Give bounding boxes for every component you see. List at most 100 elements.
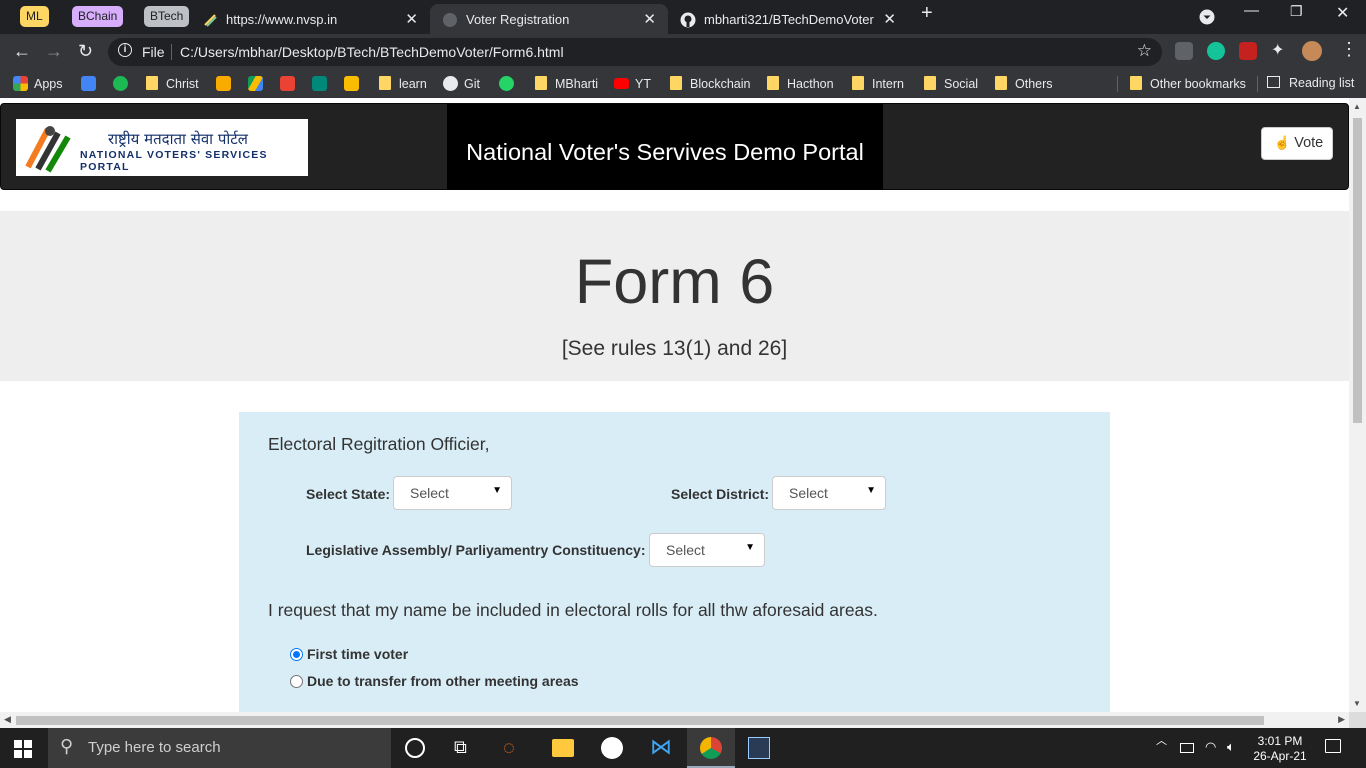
close-icon[interactable]: ✕ — [405, 10, 418, 28]
wifi-icon[interactable]: ◠ — [1205, 739, 1216, 754]
bookmark-christ[interactable]: Christ — [146, 76, 199, 91]
bookmark-intern[interactable]: Intern — [852, 76, 904, 91]
bookmark-mbharti[interactable]: MBharti — [535, 76, 598, 91]
search-icon: ⚲ — [60, 736, 74, 756]
reading-list-icon — [1267, 76, 1280, 88]
close-window-icon[interactable]: ✕ — [1336, 3, 1349, 23]
vscode-icon[interactable]: ⋈ — [650, 734, 672, 759]
address-bar[interactable]: i File C:/Users/mbhar/Desktop/BTech/BTec… — [108, 38, 1162, 66]
scroll-right-icon[interactable]: ▶ — [1338, 714, 1345, 725]
bookmark-star-icon[interactable]: ☆ — [1137, 41, 1152, 61]
bookmark-others[interactable]: Others — [995, 76, 1053, 91]
scheme-label: File — [142, 44, 165, 60]
voter-ink-finger-icon — [25, 126, 71, 173]
globe-icon — [443, 13, 457, 27]
google-forms-icon[interactable] — [81, 76, 96, 91]
cortana-icon[interactable] — [405, 738, 425, 758]
chevron-down-icon: ▼ — [492, 485, 502, 496]
new-tab-button[interactable]: + — [921, 2, 933, 25]
scroll-thumb[interactable] — [16, 716, 1264, 725]
bookmark-apps[interactable]: Apps — [13, 76, 63, 91]
state-select[interactable]: Select ▼ — [393, 476, 512, 510]
vote-button-label: Vote — [1294, 135, 1324, 151]
app-icon[interactable] — [748, 737, 770, 759]
keep-icon[interactable] — [344, 76, 359, 91]
close-icon[interactable]: ✕ — [883, 10, 896, 28]
radio-button[interactable] — [290, 648, 303, 661]
spotify-icon[interactable] — [113, 76, 128, 91]
forward-arrow-icon[interactable]: → — [45, 41, 63, 62]
constituency-label: Legislative Assembly/ Parliyamentry Cons… — [306, 542, 646, 558]
back-arrow-icon[interactable]: ← — [13, 41, 31, 62]
extensions-puzzle-icon[interactable]: ✦ — [1271, 40, 1289, 59]
tab-github[interactable]: mbharti321/BTechDemoVoter ✕ — [668, 4, 908, 34]
gmail-icon[interactable] — [280, 76, 295, 91]
tab-voter-registration[interactable]: Voter Registration ✕ — [430, 4, 668, 34]
minimize-icon[interactable]: — — [1244, 2, 1259, 19]
vote-button[interactable]: ☝ Vote — [1261, 127, 1333, 160]
bookmark-git[interactable]: Git — [443, 76, 480, 91]
jupyter-icon[interactable]: ◌ — [503, 737, 525, 759]
close-icon[interactable]: ✕ — [643, 10, 656, 28]
task-view-icon[interactable]: ⧉ — [454, 737, 476, 759]
district-select[interactable]: Select ▼ — [772, 476, 886, 510]
bookmark-blockchain[interactable]: Blockchain — [670, 76, 750, 91]
clock[interactable]: 3:01 PM 26-Apr-21 — [1250, 734, 1310, 764]
windows-start-icon[interactable] — [14, 740, 32, 758]
scroll-down-icon[interactable]: ▼ — [1353, 699, 1361, 708]
grammarly-icon[interactable] — [1207, 42, 1225, 60]
extension-red-icon[interactable] — [1239, 42, 1257, 60]
volume-icon[interactable]: 🔈︎ — [1227, 739, 1235, 754]
tab-nvsp[interactable]: https://www.nvsp.in ✕ — [190, 4, 430, 34]
whatsapp-desktop-icon[interactable] — [601, 737, 623, 759]
option-transfer[interactable]: Due to transfer from other meeting areas — [290, 673, 579, 689]
bookmark-learn[interactable]: learn — [379, 76, 427, 91]
file-explorer-icon[interactable] — [552, 739, 574, 757]
tab-group-ml[interactable]: ML — [20, 6, 49, 27]
tab-group-btech[interactable]: BTech — [144, 6, 190, 27]
scroll-left-icon[interactable]: ◀ — [4, 714, 11, 725]
request-statement: I request that my name be included in el… — [268, 600, 878, 620]
radio-button[interactable] — [290, 675, 303, 688]
page-subtitle: [See rules 13(1) and 26] — [561, 337, 788, 360]
meet-icon[interactable] — [312, 76, 327, 91]
constituency-select[interactable]: Select ▼ — [649, 533, 765, 567]
bookmark-hacthon[interactable]: Hacthon — [767, 76, 834, 91]
horizontal-scrollbar[interactable]: ◀ ▶ — [0, 712, 1349, 728]
profile-avatar[interactable] — [1302, 41, 1322, 61]
scroll-up-icon[interactable]: ▲ — [1353, 102, 1361, 111]
bookmark-other-bookmarks[interactable]: Other bookmarks — [1130, 76, 1246, 91]
extension-owl-icon[interactable] — [1175, 42, 1193, 60]
apps-grid-icon — [13, 76, 28, 91]
tab-group-bchain[interactable]: BChain — [72, 6, 124, 27]
classroom-icon[interactable] — [216, 76, 231, 91]
notifications-icon[interactable] — [1325, 739, 1341, 753]
whatsapp-icon[interactable] — [499, 76, 514, 91]
info-icon[interactable]: i — [118, 43, 132, 57]
tab-search-icon[interactable] — [1199, 9, 1215, 25]
scroll-thumb[interactable] — [1353, 118, 1362, 423]
page-viewport: राष्ट्रीय मतदाता सेवा पोर्टल NATIONAL VO… — [0, 98, 1366, 728]
menu-icon[interactable]: ⋮ — [1340, 39, 1358, 60]
nvsp-favicon-icon — [204, 14, 217, 27]
bookmark-yt[interactable]: YT — [614, 76, 651, 91]
chrome-taskbar-active[interactable] — [687, 728, 735, 768]
bookmark-social[interactable]: Social — [924, 76, 978, 91]
nvsp-logo[interactable]: राष्ट्रीय मतदाता सेवा पोर्टल NATIONAL VO… — [16, 119, 308, 176]
district-label: Select District: — [671, 486, 770, 502]
bookmark-divider — [1257, 76, 1258, 92]
reload-icon[interactable]: ↻ — [78, 41, 93, 62]
logo-hindi-text: राष्ट्रीय मतदाता सेवा पोर्टल — [108, 130, 248, 148]
vertical-scrollbar[interactable]: ▲ ▼ — [1349, 98, 1366, 712]
reading-list[interactable]: Reading list — [1267, 76, 1354, 90]
google-drive-icon[interactable] — [248, 76, 263, 91]
tab-title: mbharti321/BTechDemoVoter — [704, 12, 874, 27]
folder-icon — [379, 76, 391, 90]
battery-icon[interactable] — [1180, 743, 1194, 753]
option-first-time-voter[interactable]: First time voter — [290, 646, 408, 662]
chrome-icon — [700, 737, 722, 759]
url-text[interactable]: C:/Users/mbhar/Desktop/BTech/BTechDemoVo… — [180, 44, 564, 60]
taskbar-search[interactable]: ⚲ Type here to search — [48, 728, 391, 768]
restore-icon[interactable]: ❐ — [1290, 3, 1303, 20]
tray-chevron-icon[interactable]: ︿ — [1156, 734, 1167, 749]
